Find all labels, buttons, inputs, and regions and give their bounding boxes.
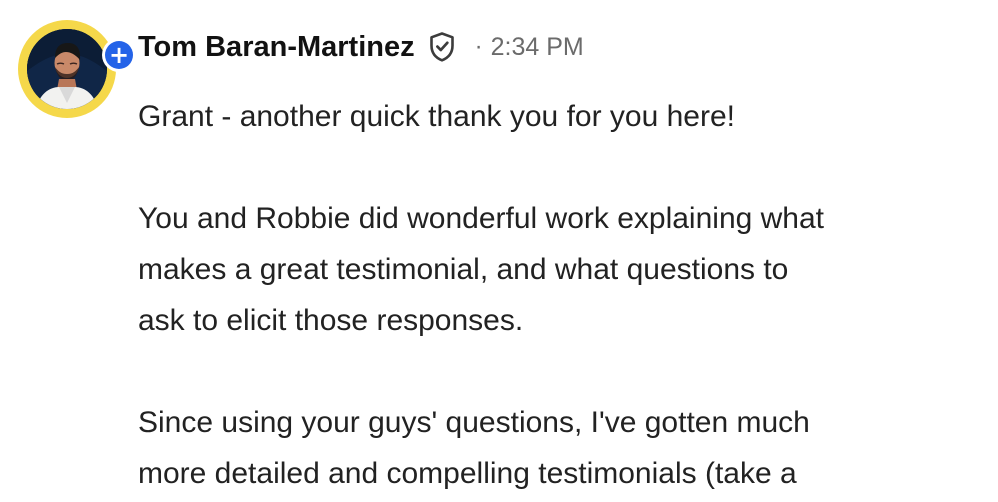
- profile-photo: [27, 29, 107, 109]
- message-paragraph: You and Robbie did wonderful work explai…: [138, 202, 825, 337]
- message-post: + Tom Baran-Martinez · 2:34 PM Grant - a…: [0, 0, 998, 502]
- author-avatar[interactable]: +: [18, 20, 136, 118]
- message-paragraph: Grant - another quick thank you for you …: [138, 100, 735, 133]
- author-name[interactable]: Tom Baran-Martinez: [138, 31, 415, 64]
- message-body: Grant - another quick thank you for you …: [138, 91, 988, 499]
- follow-button[interactable]: +: [102, 38, 136, 72]
- post-timestamp[interactable]: 2:34 PM: [491, 33, 584, 62]
- header-separator: ·: [474, 33, 483, 60]
- person-photo-icon: [27, 29, 107, 109]
- shield-check-icon: [427, 31, 457, 63]
- post-header: Tom Baran-Martinez · 2:34 PM: [138, 26, 584, 68]
- plus-icon: +: [105, 41, 133, 69]
- message-paragraph: Since using your guys' questions, I've g…: [138, 406, 810, 490]
